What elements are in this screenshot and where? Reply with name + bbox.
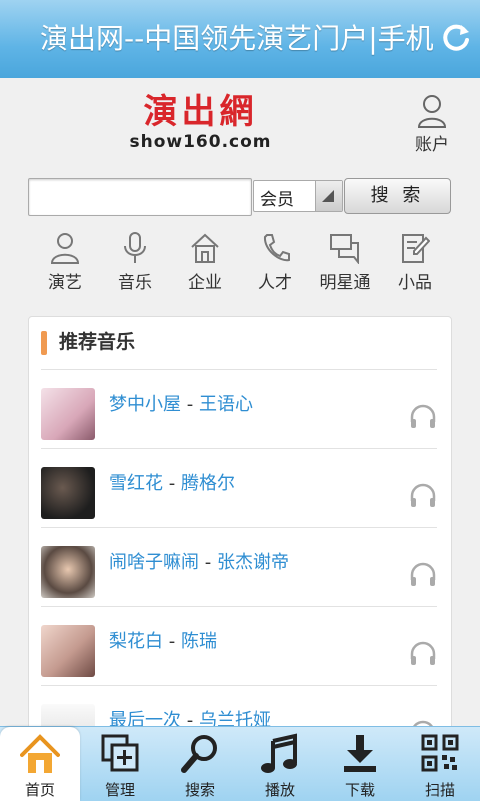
logo-text-en: show160.com [129,132,272,152]
nav-label: 下载 [344,781,375,799]
home-icon [20,734,60,773]
headphones-icon[interactable] [409,562,437,588]
nav-label: 搜索 [184,781,215,799]
nav-play[interactable]: 播放 [240,727,320,801]
site-logo[interactable]: 演出網 show160.com [128,92,273,152]
song-title[interactable]: 闹啥子嘛闹 - 张杰谢帝 [109,548,289,574]
account-button[interactable]: 账户 [406,94,458,155]
nav-label: 首页 [24,781,55,799]
phone-icon [263,234,290,262]
category-label: 小品 [398,273,432,293]
album-thumbnail [41,546,95,598]
bottom-nav: 首页 管理 搜索 播放 下载 扫描 [0,726,480,801]
list-item[interactable]: 梦中小屋 - 王语心 [29,370,451,449]
recommended-music-card: 推荐音乐 梦中小屋 - 王语心 雪红花 - 腾格尔 闹啥子嘛闹 - 张杰谢帝 梨… [28,316,452,738]
search-input[interactable] [28,178,252,216]
category-row: 演艺 音乐 企业 人才 明星通 小品 [30,232,450,294]
download-icon [344,735,376,772]
nav-home[interactable]: 首页 [0,727,80,801]
category-label: 人才 [258,273,292,293]
category-qiye[interactable]: 企业 [170,232,240,294]
user-icon [417,95,447,128]
microphone-icon [124,232,146,263]
category-label: 音乐 [118,273,152,293]
nav-scan[interactable]: 扫描 [400,727,480,801]
home-icon [191,233,219,263]
search-type-select[interactable]: 会员 [253,180,343,212]
headphones-icon[interactable] [409,404,437,430]
edit-icon [402,234,430,263]
music-note-icon [261,733,297,773]
nav-download[interactable]: 下载 [320,727,400,801]
dropdown-arrow-icon [315,181,342,211]
account-label: 账户 [415,135,449,155]
nav-label: 扫描 [424,781,455,799]
category-label: 企业 [188,273,222,293]
window-title: 演出网--中国领先演艺门户|手机 [40,22,434,55]
category-label: 演艺 [48,273,82,293]
category-yinyue[interactable]: 音乐 [100,232,170,294]
search-type-value: 会员 [260,190,294,210]
list-item[interactable]: 梨花白 - 陈瑞 [29,607,451,686]
list-item[interactable]: 雪红花 - 腾格尔 [29,449,451,528]
nav-label: 管理 [104,781,135,799]
headphones-icon[interactable] [409,483,437,509]
refresh-icon[interactable] [440,22,472,54]
category-mingxingtong[interactable]: 明星通 [310,232,380,294]
chat-icon [330,234,359,264]
album-thumbnail [41,467,95,519]
section-heading: 推荐音乐 [59,331,136,353]
song-title[interactable]: 梨花白 - 陈瑞 [109,627,217,653]
category-rencai[interactable]: 人才 [240,232,310,294]
nav-manage[interactable]: 管理 [80,727,160,801]
headphones-icon[interactable] [409,641,437,667]
logo-text-cn: 演出網 [143,92,258,132]
category-label: 明星通 [319,273,371,293]
album-thumbnail [41,625,95,677]
qrcode-icon [421,734,459,772]
add-window-icon [101,734,139,772]
search-button[interactable]: 搜 索 [344,178,451,214]
user-icon [50,233,80,264]
list-item[interactable]: 闹啥子嘛闹 - 张杰谢帝 [29,528,451,607]
category-xiaopin[interactable]: 小品 [380,232,450,294]
nav-search[interactable]: 搜索 [160,727,240,801]
heading-accent-bar [41,331,47,355]
category-yanyi[interactable]: 演艺 [30,232,100,294]
song-title[interactable]: 雪红花 - 腾格尔 [109,469,235,495]
search-icon [181,735,217,773]
title-bar: 演出网--中国领先演艺门户|手机 [0,0,480,78]
album-thumbnail [41,388,95,440]
nav-label: 播放 [264,781,295,799]
song-title[interactable]: 梦中小屋 - 王语心 [109,390,253,416]
